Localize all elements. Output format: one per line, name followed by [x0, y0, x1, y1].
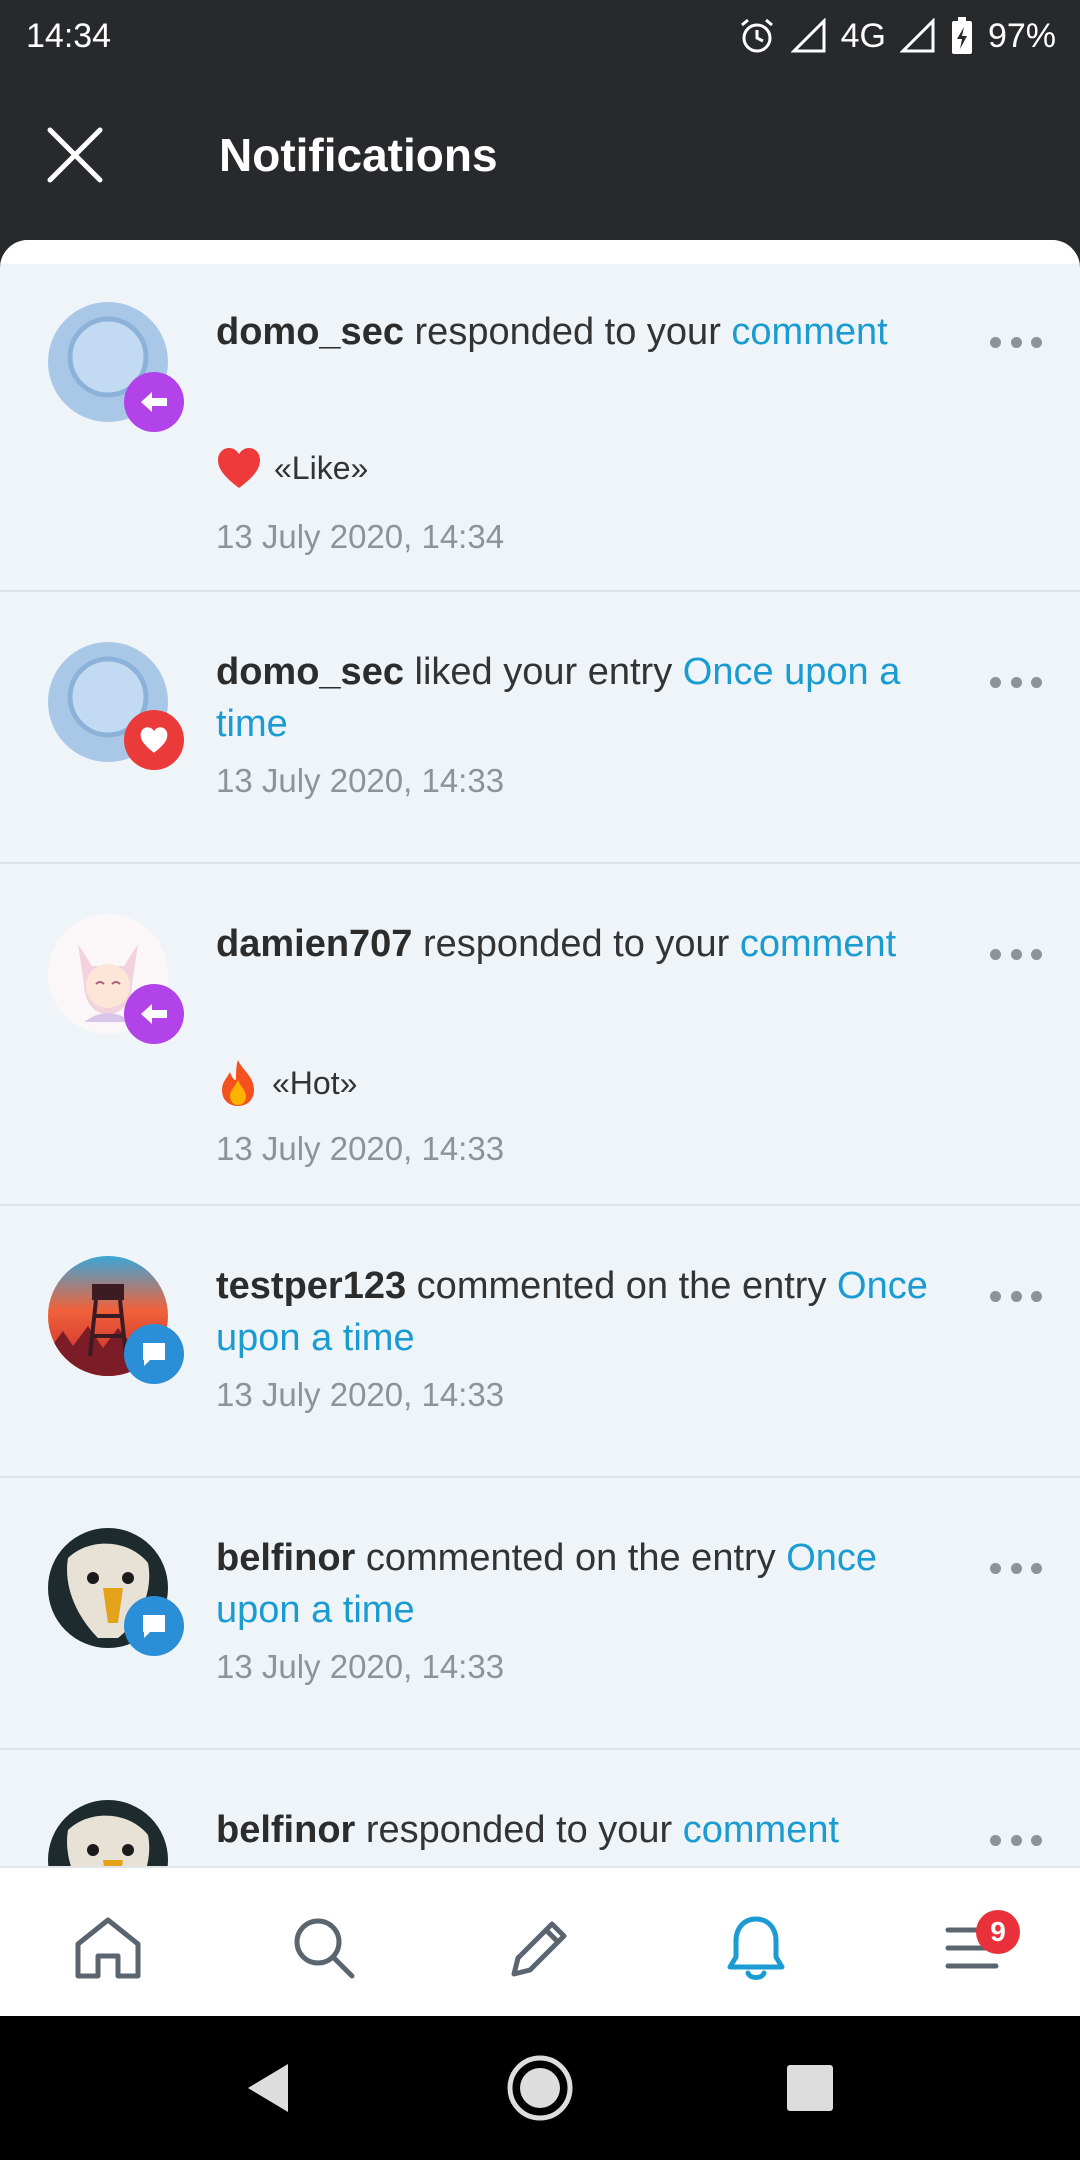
status-time: 14:34 [26, 16, 112, 55]
timestamp: 13 July 2020, 14:33 [216, 762, 505, 799]
network-type: 4G [840, 16, 886, 55]
notification-item[interactable]: domo_sec liked your entry Once upon a ti… [0, 592, 1080, 864]
close-icon [47, 127, 103, 183]
battery-level: 97% [987, 16, 1056, 55]
timestamp: 13 July 2020, 14:33 [216, 1130, 505, 1167]
menu-badge: 9 [976, 1910, 1020, 1954]
comment-badge [124, 1324, 184, 1384]
timestamp: 13 July 2020, 14:33 [216, 1376, 505, 1413]
username[interactable]: damien707 [216, 923, 412, 965]
nav-notifications[interactable] [716, 1908, 796, 1988]
notification-text: belfinor commented on the entry Once upo… [216, 1537, 878, 1631]
comment-badge [124, 1596, 184, 1656]
notification-item[interactable]: belfinor commented on the entry Once upo… [0, 1478, 1080, 1750]
fire-icon [222, 1060, 254, 1106]
reaction-label: «Hot» [272, 1064, 358, 1101]
more-options-button[interactable] [990, 1830, 1042, 1850]
username[interactable]: belfinor [216, 1809, 355, 1851]
comment-link[interactable]: comment [683, 1809, 839, 1851]
notification-text: testper123 commented on the entry Once u… [216, 1265, 928, 1359]
home-icon [75, 1917, 141, 1979]
nav-write[interactable] [500, 1908, 580, 1988]
reply-badge [124, 984, 184, 1044]
more-options-button[interactable] [990, 1286, 1042, 1306]
comment-link[interactable]: comment [740, 923, 896, 965]
heart-icon [218, 448, 260, 488]
timestamp: 13 July 2020, 14:34 [216, 518, 505, 555]
notifications-list: domo_sec responded to your comment «Like… [0, 240, 1080, 1870]
comment-icon [143, 1343, 165, 1366]
signal-icon-2 [899, 18, 936, 54]
more-options-button[interactable] [990, 672, 1042, 692]
timestamp: 13 July 2020, 14:33 [216, 1648, 505, 1685]
bell-icon [727, 1916, 785, 1980]
home-system-button[interactable] [504, 2052, 576, 2124]
status-bar: 14:34 4G 97% [0, 0, 1080, 72]
reply-badge [124, 372, 184, 432]
nav-search[interactable] [284, 1908, 364, 1988]
more-options-button[interactable] [990, 1558, 1042, 1578]
notification-text: belfinor responded to your comment [216, 1809, 840, 1851]
pencil-icon [511, 1921, 567, 1977]
reaction: «Like» [216, 446, 368, 490]
heart-icon [140, 727, 168, 753]
more-options-button[interactable] [990, 332, 1042, 352]
notification-item[interactable]: belfinor responded to your comment [0, 1750, 1080, 1870]
alarm-icon [737, 16, 777, 56]
home-circle-icon [507, 2055, 573, 2121]
reaction-label: «Like» [274, 449, 369, 486]
back-icon [248, 2064, 288, 2112]
system-nav-bar [0, 2016, 1080, 2160]
reply-icon [141, 392, 167, 412]
signal-icon [790, 18, 827, 54]
battery-charging-icon [950, 16, 974, 56]
status-icons: 4G 97% [737, 16, 1056, 56]
avatar[interactable] [48, 1800, 168, 1870]
comment-link[interactable]: comment [731, 311, 887, 353]
recents-button[interactable] [774, 2052, 846, 2124]
notification-item[interactable]: testper123 commented on the entry Once u… [0, 1206, 1080, 1478]
like-badge [124, 710, 184, 770]
notification-text: damien707 responded to your comment [216, 923, 897, 965]
username[interactable]: domo_sec [216, 311, 404, 353]
notification-item[interactable]: domo_sec responded to your comment «Like… [0, 264, 1080, 592]
notification-text: domo_sec responded to your comment [216, 311, 888, 353]
more-options-button[interactable] [990, 944, 1042, 964]
username[interactable]: domo_sec [216, 651, 404, 693]
comment-icon [143, 1615, 165, 1638]
page-title: Notifications [219, 129, 498, 181]
reaction: «Hot» [216, 1058, 357, 1108]
notification-text: domo_sec liked your entry Once upon a ti… [216, 651, 901, 745]
notification-item[interactable]: damien707 responded to your comment «Hot… [0, 864, 1080, 1206]
nav-home[interactable] [68, 1908, 148, 1988]
close-button[interactable] [46, 126, 104, 184]
search-icon [294, 1918, 355, 1979]
recents-icon [787, 2065, 833, 2111]
username[interactable]: testper123 [216, 1265, 406, 1307]
back-button[interactable] [232, 2052, 304, 2124]
app-bar: Notifications [0, 72, 1080, 240]
username[interactable]: belfinor [216, 1537, 355, 1579]
bottom-nav: 9 [0, 1866, 1080, 2016]
reply-icon [141, 1004, 167, 1024]
